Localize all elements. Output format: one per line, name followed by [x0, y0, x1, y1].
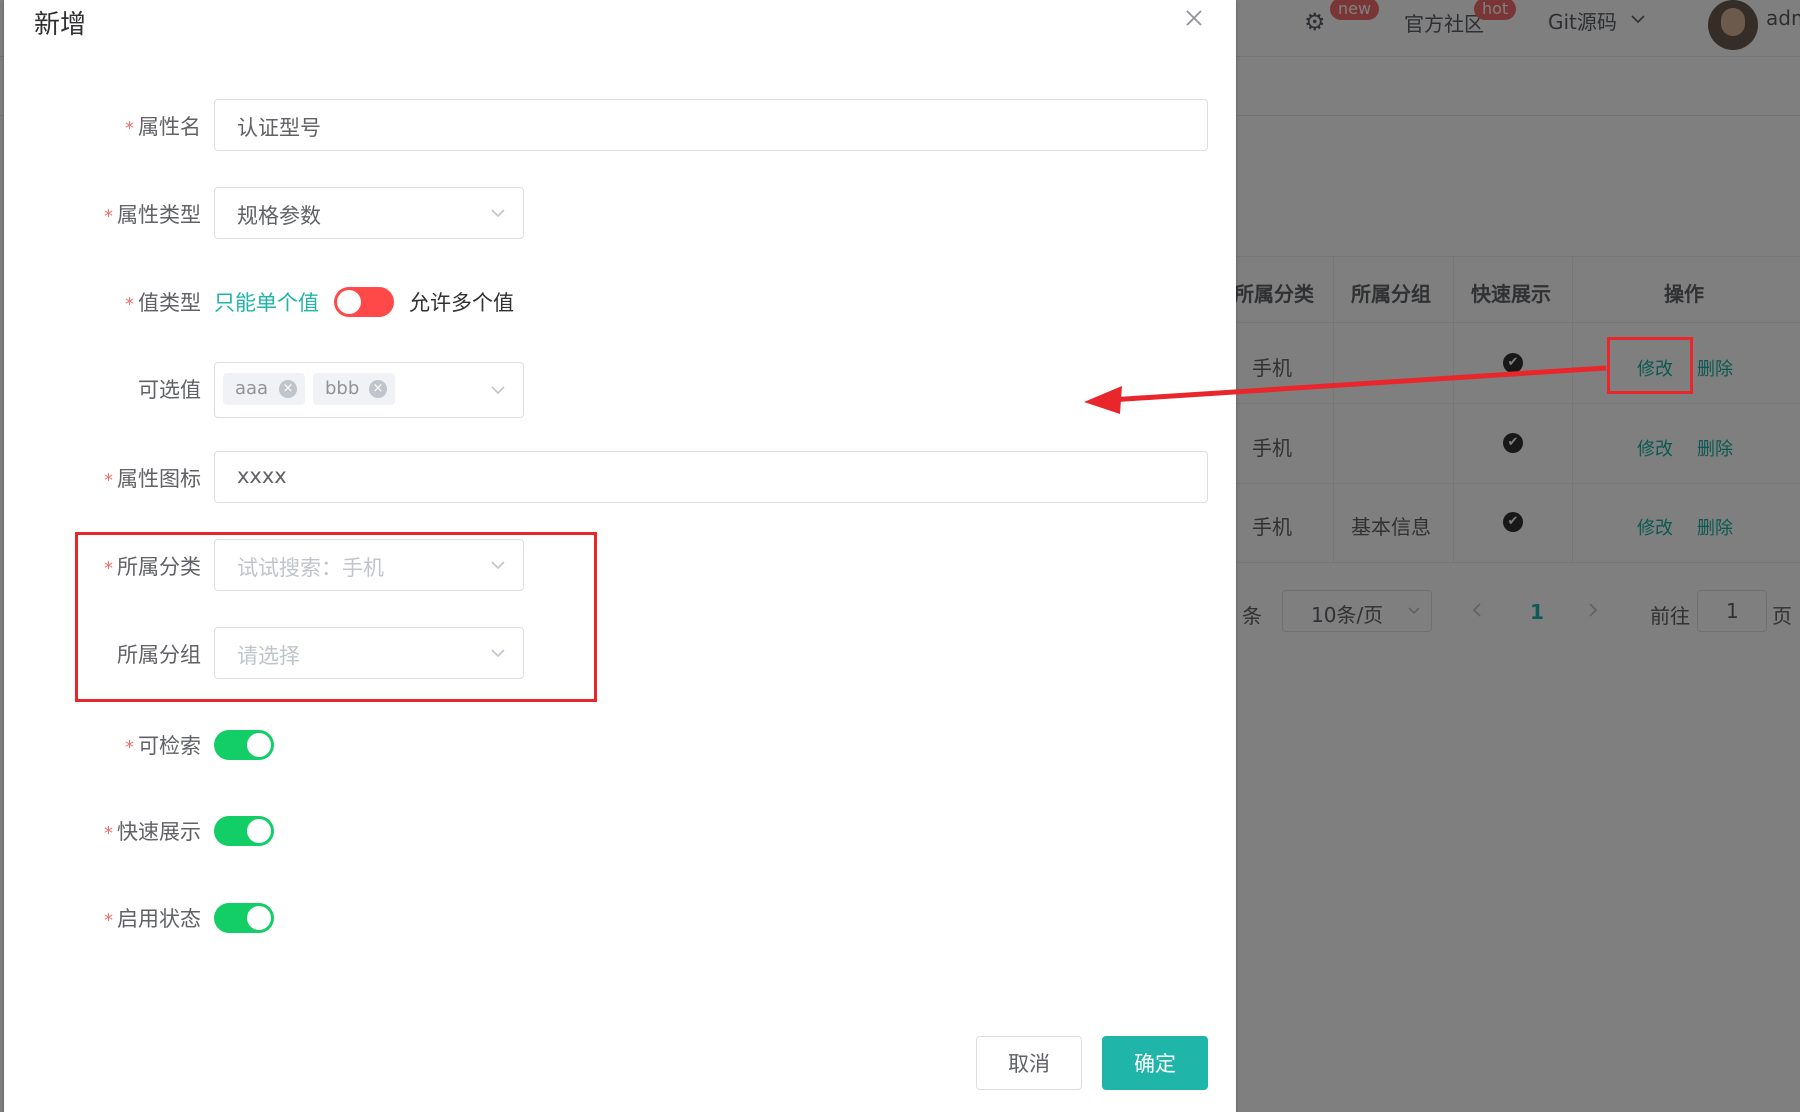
enabled-switch[interactable] — [214, 903, 274, 933]
chevron-down-icon — [491, 209, 505, 218]
searchable-switch[interactable] — [214, 730, 274, 760]
attr-name-value: 认证型号 — [237, 116, 321, 140]
value-type-label: * 值类型 — [125, 291, 201, 315]
form-item-attr-type: * 属性类型 规格参数 — [4, 187, 1236, 241]
form-item-enabled: * 启用状态 — [4, 903, 1236, 957]
quick-show-switch[interactable] — [214, 816, 274, 846]
annotation-box-category-group — [75, 532, 597, 702]
icon-input[interactable]: xxxx — [214, 451, 1208, 503]
icon-value: xxxx — [237, 464, 287, 488]
dialog-title: 新增 — [34, 10, 87, 40]
attr-name-label: * 属性名 — [125, 115, 201, 139]
enabled-label: * 启用状态 — [104, 907, 201, 931]
tag-close-icon[interactable]: × — [369, 380, 387, 398]
icon-label: * 属性图标 — [104, 467, 201, 491]
attr-type-label: * 属性类型 — [104, 203, 201, 227]
tag-close-icon[interactable]: × — [279, 380, 297, 398]
option-tag: aaa × — [223, 373, 305, 405]
form-item-attr-name: * 属性名 认证型号 — [4, 99, 1236, 153]
attr-name-input[interactable]: 认证型号 — [214, 99, 1208, 151]
form-item-searchable: * 可检索 — [4, 730, 1236, 784]
value-type-switch[interactable] — [334, 287, 394, 317]
options-label: 可选值 — [138, 378, 201, 402]
searchable-label: * 可检索 — [125, 734, 201, 758]
form-item-icon: * 属性图标 xxxx — [4, 451, 1236, 505]
single-value-text[interactable]: 只能单个值 — [214, 287, 319, 317]
attr-type-value: 规格参数 — [237, 204, 321, 228]
cancel-button[interactable]: 取消 — [976, 1036, 1082, 1090]
form-item-quick-show: * 快速展示 — [4, 816, 1236, 870]
form-item-value-type: * 值类型 只能单个值 允许多个值 — [4, 275, 1236, 329]
attr-type-select[interactable]: 规格参数 — [214, 187, 524, 239]
options-multi-select[interactable]: aaa × bbb × — [214, 362, 524, 418]
close-icon[interactable] — [1180, 4, 1208, 32]
form-item-options: 可选值 aaa × bbb × — [4, 362, 1236, 418]
annotation-box-edit-link — [1607, 337, 1693, 394]
chevron-down-icon — [491, 386, 505, 395]
quick-show-label: * 快速展示 — [104, 820, 201, 844]
confirm-button[interactable]: 确定 — [1102, 1036, 1208, 1090]
option-tag: bbb × — [313, 373, 395, 405]
multi-value-text[interactable]: 允许多个值 — [409, 287, 514, 317]
